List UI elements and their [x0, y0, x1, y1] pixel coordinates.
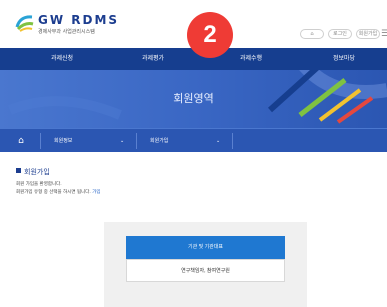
- sub-divider: [40, 133, 41, 149]
- description-line-1: 회원 가입을 환영합니다.: [16, 182, 62, 187]
- sub-divider: [136, 133, 137, 149]
- subnav-item-signup[interactable]: 회원가입: [150, 129, 168, 153]
- logo-mark-icon: [15, 15, 34, 32]
- nav-item-execution[interactable]: 과제수행: [240, 48, 262, 70]
- chevron-down-icon[interactable]: ⌄: [120, 129, 124, 153]
- banner-title: 회원영역: [173, 92, 214, 105]
- home-icon[interactable]: ⌂: [14, 135, 28, 147]
- description-text: 회원가입 유형 중 선택을 하시면 됩니다.: [16, 190, 91, 195]
- chevron-down-icon[interactable]: ⌄: [216, 129, 220, 153]
- nav-item-evaluation[interactable]: 과제평가: [142, 48, 164, 70]
- sub-nav: ⌂ 회원정보 ⌄ 회원가입 ⌄: [0, 128, 387, 152]
- subnav-item-member-info[interactable]: 회원정보: [54, 129, 72, 153]
- sub-divider: [232, 133, 233, 149]
- page: GW RDMS 경제사무과 사업관리시스템 ⌂ 로그인 회원가입 ☰ 2 과제신…: [0, 0, 387, 307]
- page-title: 회원가입: [16, 167, 50, 177]
- nav-item-apply[interactable]: 과제신청: [51, 48, 73, 70]
- join-button[interactable]: 회원가입: [356, 29, 380, 39]
- step-badge: 2: [187, 12, 233, 58]
- page-title-text: 회원가입: [24, 168, 50, 176]
- logo[interactable]: GW RDMS 경제사무과 사업관리시스템: [14, 13, 134, 37]
- description-link[interactable]: 가입: [92, 190, 100, 195]
- logo-subtitle: 경제사무과 사업관리시스템: [38, 29, 95, 35]
- logo-text: GW RDMS: [38, 13, 120, 27]
- researcher-signup-button[interactable]: 연구책임자, 참여연구원: [126, 259, 285, 282]
- login-button[interactable]: 로그인: [328, 29, 352, 39]
- nav-item-info[interactable]: 정보마당: [333, 48, 355, 70]
- description-line-2: 회원가입 유형 중 선택을 하시면 됩니다. 가입: [16, 189, 101, 195]
- home-button[interactable]: ⌂: [300, 29, 324, 39]
- institution-signup-button[interactable]: 기관 및 기관대표: [126, 236, 285, 259]
- banner: 회원영역: [0, 70, 387, 128]
- title-square-icon: [16, 168, 21, 173]
- menu-icon[interactable]: ☰: [381, 29, 387, 39]
